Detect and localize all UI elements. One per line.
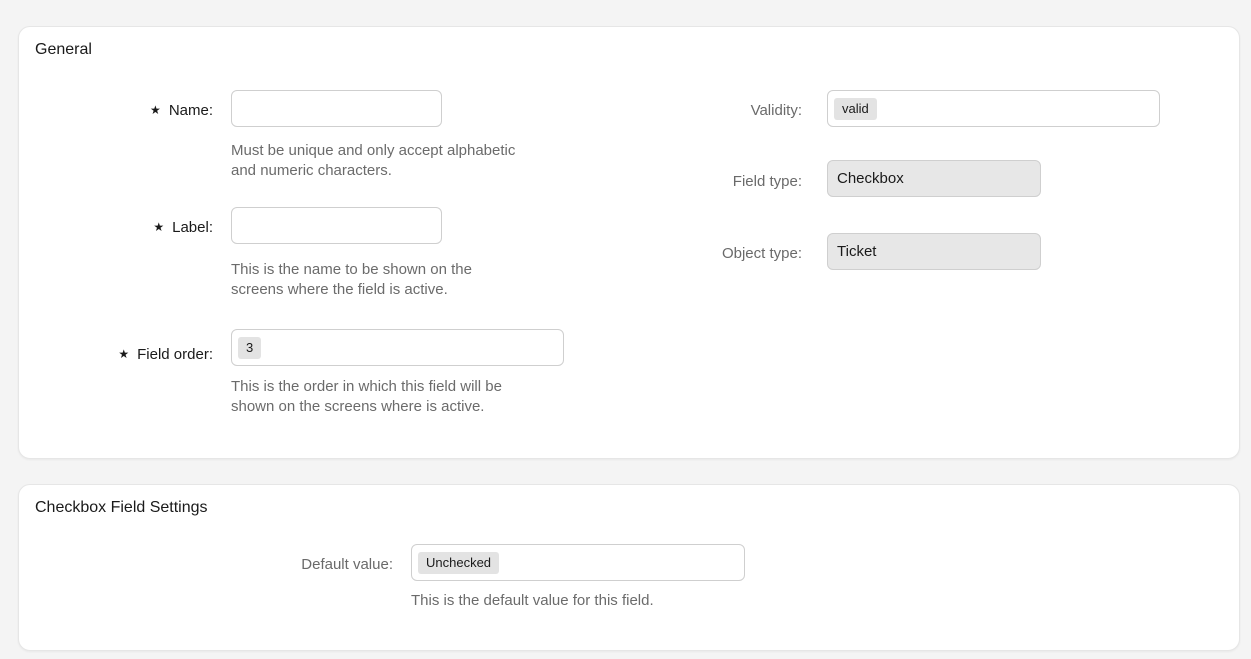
name-label: ★ Name: <box>150 102 213 119</box>
general-panel-title: General <box>35 41 92 58</box>
default-value-value: Unchecked <box>418 552 500 574</box>
object-type-field: Ticket <box>827 233 1041 270</box>
field-order-help: This is the order in which this field wi… <box>231 378 502 415</box>
label-label: ★ Label: <box>153 219 213 236</box>
required-star-icon: ★ <box>153 220 165 234</box>
checkbox-settings-panel: Checkbox Field Settings Default value: U… <box>18 484 1240 651</box>
field-order-value: 3 <box>238 337 262 359</box>
required-star-icon: ★ <box>150 103 161 117</box>
validity-label: Validity: <box>750 102 802 119</box>
name-help: Must be unique and only accept alphabeti… <box>231 142 516 179</box>
field-order-label: ★ Field order: <box>118 346 213 363</box>
validity-value: valid <box>834 98 877 120</box>
label-input[interactable] <box>231 207 442 244</box>
validity-select[interactable]: valid <box>827 90 1160 127</box>
general-panel: General ★ Name: Must be unique and only a… <box>18 26 1240 459</box>
default-value-help: This is the default value for this field… <box>411 592 654 609</box>
object-type-label: Object type: <box>721 245 802 262</box>
default-value-select[interactable]: Unchecked <box>411 544 745 581</box>
field-order-input[interactable]: 3 <box>231 329 564 366</box>
required-star-icon: ★ <box>118 347 130 361</box>
field-type-label: Field type: <box>732 173 802 190</box>
field-type-value: Checkbox <box>837 170 904 187</box>
label-help: This is the name to be shown on the scre… <box>231 261 472 298</box>
name-input[interactable] <box>231 90 442 127</box>
default-value-label: Default value: <box>301 556 393 573</box>
checkbox-settings-title: Checkbox Field Settings <box>35 499 208 516</box>
object-type-value: Ticket <box>837 243 877 260</box>
field-type-field: Checkbox <box>827 160 1041 197</box>
